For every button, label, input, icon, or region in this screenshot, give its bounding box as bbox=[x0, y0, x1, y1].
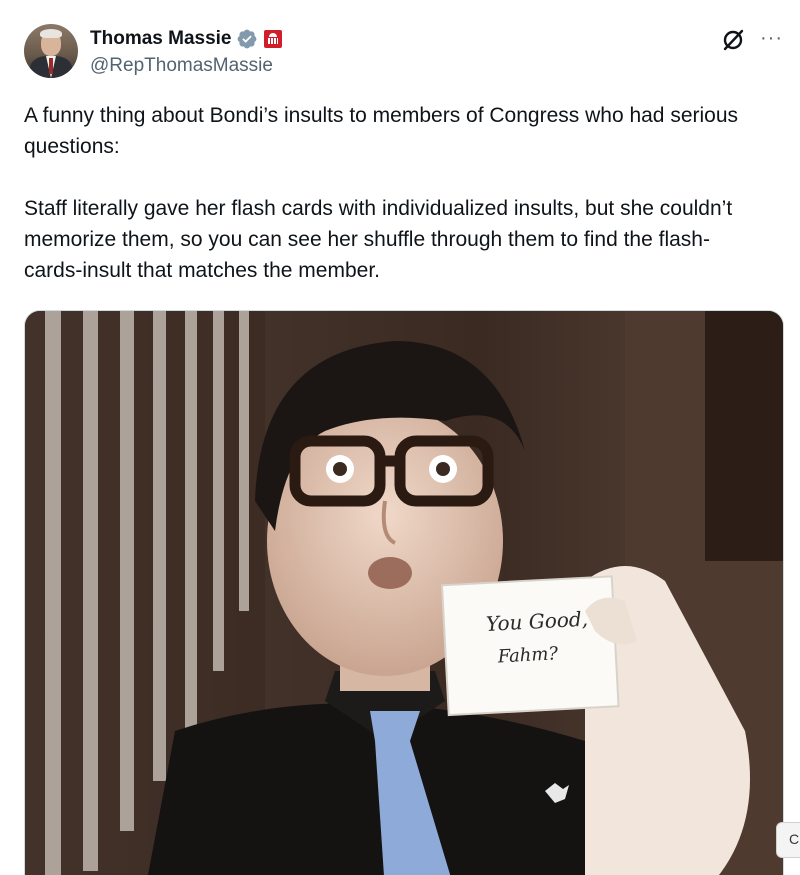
us-capitol-flag-icon bbox=[263, 30, 282, 48]
avatar[interactable] bbox=[24, 24, 78, 78]
edge-tab[interactable]: C bbox=[776, 822, 800, 858]
verified-badge-icon[interactable] bbox=[236, 28, 258, 50]
video-frame: You Good, Fahm? bbox=[25, 311, 783, 875]
author-display-name[interactable]: Thomas Massie bbox=[90, 28, 232, 50]
flash-card: You Good, Fahm? bbox=[440, 575, 620, 717]
more-options-icon[interactable]: ··· bbox=[760, 28, 783, 48]
tweet: Thomas Massie @RepThomasMassie ··· A fun… bbox=[0, 0, 800, 875]
author-handle[interactable]: @RepThomasMassie bbox=[90, 55, 273, 77]
tweet-text: A funny thing about Bondi’s insults to m… bbox=[24, 104, 739, 282]
grok-icon[interactable] bbox=[720, 27, 746, 53]
avatar-tie bbox=[49, 58, 53, 74]
flash-card-line-2: Fahm? bbox=[496, 643, 559, 667]
avatar-hair bbox=[40, 29, 62, 38]
author-name-row: Thomas Massie bbox=[90, 27, 282, 51]
tweet-media-video[interactable]: You Good, Fahm? bbox=[24, 310, 784, 875]
